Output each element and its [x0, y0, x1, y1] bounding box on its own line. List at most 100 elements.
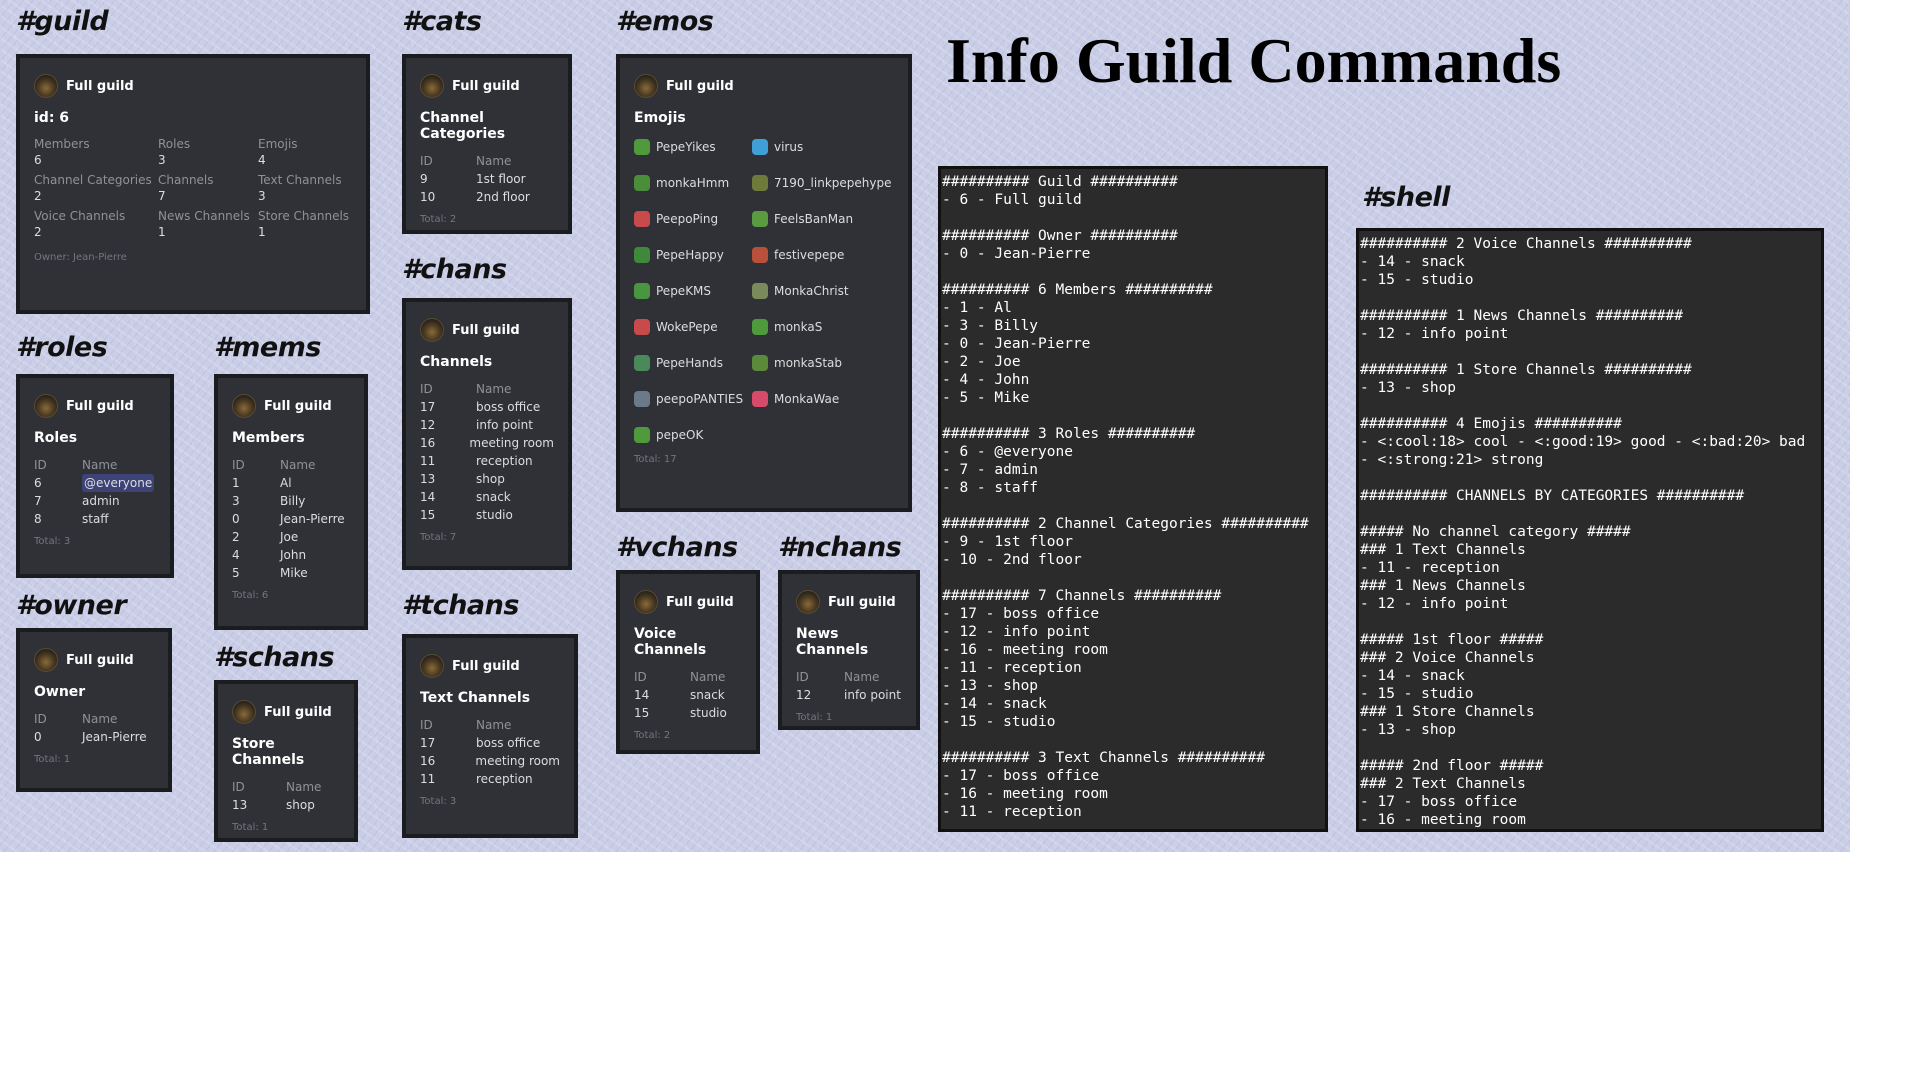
col-id: ID [420, 382, 433, 396]
cell-id: 11 [420, 454, 436, 468]
table-row: 4 John [232, 546, 350, 564]
guild-avatar-icon [34, 394, 58, 418]
author-name: Full guild [666, 594, 734, 610]
field: Channels 7 [158, 172, 258, 204]
embed-title: News Channels [796, 626, 869, 658]
emoji-item: monkaStab [752, 352, 892, 374]
emoji-name: monkaHmm [656, 176, 730, 190]
field-name: Voice Channels [34, 209, 126, 223]
guild-avatar-icon [34, 74, 58, 98]
embed-title: Voice Channels [634, 626, 707, 658]
emoji-name: PeepoPing [656, 212, 719, 226]
field-value: 4 [258, 153, 266, 167]
table-row: 16 meeting room [420, 752, 560, 770]
table-header: ID Name [420, 380, 554, 398]
embed-author: Full guild [420, 654, 560, 678]
author-name: Full guild [66, 652, 134, 668]
table-row: 6 @everyone [34, 474, 156, 492]
schans-label: #schans [214, 642, 335, 673]
table-header: ID Name [420, 152, 554, 170]
cell-name: admin [82, 494, 120, 508]
chans-embed: Full guild Channels ID Name 17 boss office… [402, 298, 572, 570]
cell-id: 0 [232, 512, 240, 526]
col-name: Name [476, 382, 512, 396]
emoji-name: virus [774, 140, 804, 154]
vchans-embed: Full guild Voice Channels ID Name 14 snack… [616, 570, 760, 754]
mems-label: #mems [214, 332, 321, 363]
cell-id: 2 [232, 530, 240, 544]
col-id: ID [796, 670, 809, 684]
cell-name: info point [844, 688, 901, 702]
col-name: Name [476, 718, 512, 732]
emoji-item: PepeYikes [634, 136, 752, 158]
pepe-emoji-icon [634, 283, 650, 299]
cell-id: 17 [420, 736, 436, 750]
cell-name: Jean-Pierre [82, 730, 147, 744]
author-name: Full guild [666, 78, 734, 94]
emoji-name: PepeKMS [656, 284, 712, 298]
field-value: 3 [158, 153, 166, 167]
embed-title: Channel Categories [420, 110, 506, 142]
guild-fields: Members 6 Roles 3 Emojis 4 Channel Categori… [34, 136, 352, 240]
embed-title: id: 6 [34, 110, 70, 126]
embed-author: Full guild [232, 394, 350, 418]
emoji-item: monkaHmm [634, 172, 752, 194]
field-name: Channels [158, 173, 214, 187]
cats-label: #cats [402, 6, 482, 37]
cell-id: 8 [34, 512, 42, 526]
shell-output-right: ########## 2 Voice Channels ########## -… [1356, 228, 1824, 832]
embed-footer: Owner: Jean-Pierre [34, 252, 127, 263]
guild-avatar-icon [232, 700, 256, 724]
cell-name: shop [286, 798, 315, 812]
emoji-name: festivepepe [774, 248, 845, 262]
table-row: 8 staff [34, 510, 156, 528]
tchans-embed: Full guild Text Channels ID Name 17 boss o… [402, 634, 578, 838]
table-row: 17 boss office [420, 734, 560, 752]
shell-output-left: ########## Guild ########## - 6 - Full g… [938, 166, 1328, 832]
cell-id: 13 [232, 798, 248, 812]
pepe-emoji-icon [752, 283, 768, 299]
embed-author: Full guild [232, 700, 340, 724]
field-value: 2 [34, 225, 42, 239]
col-name: Name [82, 712, 118, 726]
table-row: 16 meeting room [420, 434, 554, 452]
table-row: 7 admin [34, 492, 156, 510]
field: News Channels 1 [158, 208, 258, 240]
col-id: ID [420, 718, 433, 732]
table-row: 14 snack [420, 488, 554, 506]
embed-footer: Total: 3 [420, 796, 457, 807]
cell-id: 1 [232, 476, 240, 490]
emoji-name: pepeOK [656, 428, 704, 442]
author-name: Full guild [66, 398, 134, 414]
cats-embed: Full guild Channel Categories ID Name 9 1s… [402, 54, 572, 234]
table-header: ID Name [34, 456, 156, 474]
emoji-name: MonkaWae [774, 392, 840, 406]
chans-label: #chans [402, 254, 507, 285]
embed-footer: Total: 2 [420, 214, 457, 225]
emoji-item: MonkaWae [752, 388, 892, 410]
cell-name: shop [476, 472, 505, 486]
table-row: 3 Billy [232, 492, 350, 510]
cell-id: 11 [420, 772, 436, 786]
author-name: Full guild [452, 658, 520, 674]
pepe-emoji-icon [634, 175, 650, 191]
table-header: ID Name [232, 456, 350, 474]
cell-name: info point [476, 418, 533, 432]
field-value: 1 [158, 225, 166, 239]
field-name: Emojis [258, 137, 298, 151]
pepe-emoji-icon [752, 211, 768, 227]
embed-title: Text Channels [420, 690, 531, 706]
emoji-name: MonkaChrist [774, 284, 849, 298]
table-row: 0 Jean-Pierre [232, 510, 350, 528]
cell-name: reception [476, 454, 533, 468]
field-name: Store Channels [258, 209, 350, 223]
table-row: 17 boss office [420, 398, 554, 416]
embed-title: Store Channels [232, 736, 305, 768]
embed-author: Full guild [634, 590, 742, 614]
field-name: Roles [158, 137, 191, 151]
role-mention[interactable]: @everyone [82, 474, 155, 492]
emoji-item: 7190_linkpepehype [752, 172, 892, 194]
embed-author: Full guild [34, 74, 352, 98]
emoji-name: PepeHands [656, 356, 724, 370]
col-id: ID [34, 712, 47, 726]
